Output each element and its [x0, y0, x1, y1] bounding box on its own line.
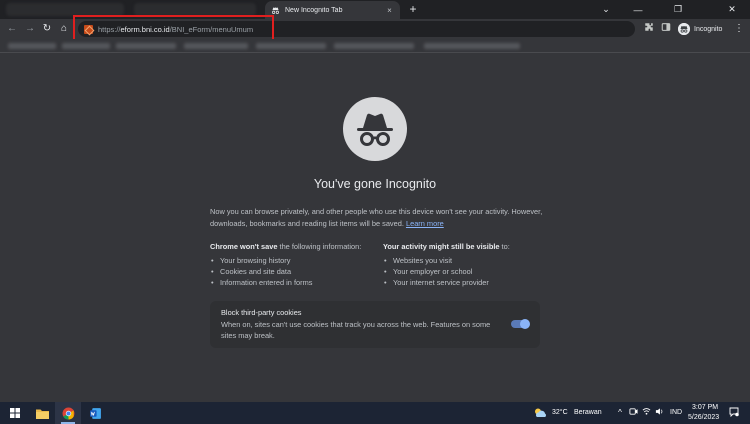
incognito-spy-icon [343, 97, 407, 161]
tray-chevron-icon[interactable]: ^ [615, 407, 625, 419]
list-item: Your employer or school [383, 266, 510, 277]
list-item: Information entered in forms [210, 277, 361, 288]
start-button[interactable] [2, 402, 28, 424]
home-button[interactable]: ⌂ [57, 22, 71, 36]
profile-incognito-button[interactable]: Incognito [676, 21, 727, 37]
tab-title: New Incognito Tab [285, 6, 343, 14]
extensions-icon[interactable] [642, 22, 656, 36]
volume-icon[interactable] [654, 407, 664, 419]
windows-icon [10, 408, 20, 418]
minimize-button[interactable]: — [620, 0, 656, 19]
weather-temp[interactable]: 32°C [552, 409, 568, 416]
bookmark-item[interactable] [8, 43, 56, 49]
word-taskbar-button[interactable] [82, 402, 108, 424]
bookmark-item[interactable] [116, 43, 176, 49]
bookmark-item[interactable] [424, 43, 520, 49]
list-item: Your internet service provider [383, 277, 510, 288]
tab-new-incognito[interactable]: New Incognito Tab × [265, 1, 400, 19]
bookmark-item[interactable] [184, 43, 248, 49]
page-title: You've gone Incognito [313, 177, 437, 191]
incognito-profile-icon [678, 23, 690, 35]
cookies-card-description: When on, sites can't use cookies that tr… [221, 320, 491, 340]
bookmark-item[interactable] [334, 43, 414, 49]
incognito-tab-icon [271, 6, 280, 15]
language-indicator[interactable]: IND [670, 409, 682, 416]
list-item: Cookies and site data [210, 266, 361, 277]
bookmark-item[interactable] [256, 43, 326, 49]
clock-date[interactable]: 5/26/2023 [688, 414, 719, 421]
weather-icon[interactable] [533, 407, 548, 419]
bookmarks-bar [0, 39, 750, 53]
wont-save-list: Your browsing history Cookies and site d… [210, 255, 361, 288]
tab-search-button[interactable]: ⌄ [588, 0, 624, 19]
block-cookies-toggle[interactable] [511, 319, 530, 329]
weather-desc[interactable]: Berawan [574, 409, 602, 416]
chrome-taskbar-button[interactable] [55, 402, 81, 424]
chrome-icon [62, 407, 74, 419]
incognito-page: You've gone Incognito Now you can browse… [0, 54, 750, 402]
word-icon [89, 407, 101, 419]
wont-save-heading: Chrome won't save the following informat… [210, 241, 361, 252]
still-visible-list: Websites you visit Your employer or scho… [383, 255, 510, 288]
wont-save-heading-bold: Chrome won't save [210, 242, 278, 251]
forward-button[interactable]: → [23, 22, 37, 36]
notifications-icon[interactable] [728, 407, 740, 419]
close-window-button[interactable]: ✕ [714, 0, 750, 19]
profile-label: Incognito [694, 25, 723, 33]
still-visible-section: Your activity might still be visible to:… [383, 241, 510, 288]
meet-now-icon[interactable] [628, 407, 638, 419]
intro-text: Now you can browse privately, and other … [210, 206, 550, 229]
tab-close-icon[interactable]: × [385, 6, 394, 15]
side-panel-icon[interactable] [659, 22, 673, 36]
still-visible-heading-rest: to: [499, 242, 510, 251]
maximize-button[interactable]: ❐ [660, 0, 696, 19]
reload-button[interactable]: ↻ [40, 22, 54, 36]
bookmark-item[interactable] [62, 43, 110, 49]
network-icon[interactable] [641, 407, 651, 419]
menu-icon[interactable]: ⋮ [732, 22, 746, 36]
intro-body: Now you can browse privately, and other … [210, 207, 543, 228]
learn-more-link[interactable]: Learn more [406, 219, 444, 228]
third-party-cookies-card: Block third-party cookies When on, sites… [210, 301, 540, 348]
folder-icon [35, 409, 49, 419]
back-button[interactable]: ← [5, 22, 19, 36]
still-visible-heading-bold: Your activity might still be visible [383, 242, 500, 251]
file-explorer-button[interactable] [29, 402, 55, 424]
wont-save-section: Chrome won't save the following informat… [210, 241, 361, 288]
new-tab-button[interactable]: + [406, 2, 420, 16]
cookies-card-title: Block third-party cookies [221, 308, 302, 317]
clock-time[interactable]: 3:07 PM [692, 404, 718, 411]
toggle-knob [520, 319, 530, 329]
list-item: Websites you visit [383, 255, 510, 266]
list-item: Your browsing history [210, 255, 361, 266]
windows-taskbar: 32°C Berawan ^ IND 3:07 PM 5/26/2023 [0, 402, 750, 424]
wont-save-heading-rest: the following information: [277, 242, 362, 251]
still-visible-heading: Your activity might still be visible to: [383, 241, 510, 252]
